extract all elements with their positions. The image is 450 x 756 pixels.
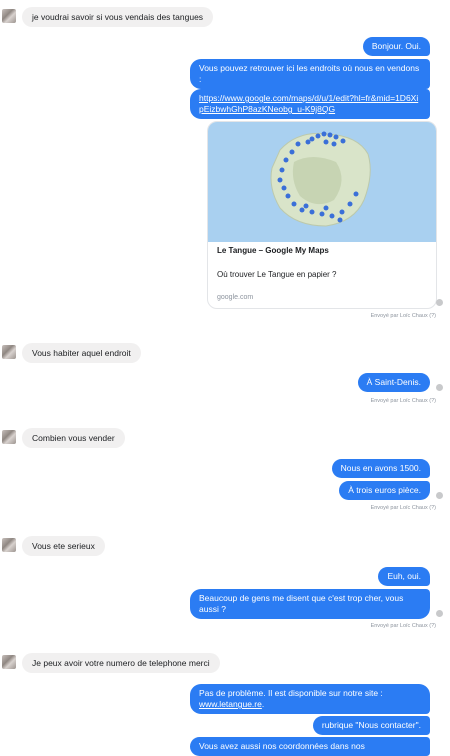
incoming-message: je voudrai savoir si vous vendais des ta… (22, 7, 214, 27)
message-text-end: . (261, 699, 265, 709)
preview-domain: google.com (217, 294, 254, 301)
island-map (270, 131, 371, 227)
message-row: Je peux avoir votre numero de telephone … (0, 652, 450, 673)
read-receipt-icon (436, 299, 443, 306)
incoming-message: Combien vous vender (22, 428, 125, 448)
message-row: Vous habiter aquel endroit (0, 342, 450, 363)
outgoing-message: Bonjour. Oui. (362, 37, 430, 56)
outgoing-message: Nous en avons 1500. (331, 459, 430, 478)
outgoing-message: Euh, oui. (378, 567, 430, 586)
sent-by-label: Envoyé par Loïc Chaux (?) (370, 398, 436, 404)
incoming-message: Vous ete serieux (22, 536, 105, 556)
message-text: Pas de problème. Il est disponible sur n… (199, 688, 383, 698)
website-link[interactable]: www.letangue.re (199, 699, 262, 709)
outgoing-message: Vous avez aussi nos coordonnées dans nos (190, 737, 430, 756)
read-receipt-icon (436, 610, 443, 617)
preview-description: Où trouver Le Tangue en papier ? (217, 270, 337, 279)
outgoing-link-message[interactable]: https://www.google.com/maps/d/u/1/edit?h… (190, 89, 430, 119)
avatar[interactable] (2, 9, 16, 23)
outgoing-message: rubrique "Nous contacter". (312, 716, 430, 735)
incoming-message: Vous habiter aquel endroit (22, 343, 141, 363)
read-receipt-icon (436, 384, 443, 391)
map-thumbnail (208, 122, 436, 242)
message-row: Combien vous vender (0, 427, 450, 448)
outgoing-message: Vous pouvez retrouver ici les endroits o… (190, 59, 430, 89)
outgoing-message: Beaucoup de gens me disent que c'est tro… (190, 589, 430, 619)
sent-by-label: Envoyé par Loïc Chaux (?) (370, 505, 436, 511)
read-receipt-icon (436, 492, 443, 499)
sent-by-label: Envoyé par Loïc Chaux (?) (370, 623, 436, 629)
preview-title: Le Tangue – Google My Maps (217, 246, 329, 255)
outgoing-link-message[interactable]: Pas de problème. Il est disponible sur n… (190, 684, 430, 714)
message-row: Vous ete serieux (0, 535, 450, 556)
outgoing-message: À trois euros pièce. (339, 481, 430, 500)
sent-by-label: Envoyé par Loïc Chaux (?) (370, 313, 436, 319)
avatar[interactable] (2, 345, 16, 359)
avatar[interactable] (2, 430, 16, 444)
maps-link[interactable]: https://www.google.com/maps/d/u/1/edit?h… (199, 93, 418, 114)
link-preview-card[interactable]: Le Tangue – Google My Maps Où trouver Le… (207, 121, 437, 309)
avatar[interactable] (2, 655, 16, 669)
avatar[interactable] (2, 538, 16, 552)
outgoing-message: À Saint-Denis. (357, 373, 430, 392)
incoming-message: Je peux avoir votre numero de telephone … (22, 653, 220, 673)
message-row: je voudrai savoir si vous vendais des ta… (0, 6, 450, 27)
